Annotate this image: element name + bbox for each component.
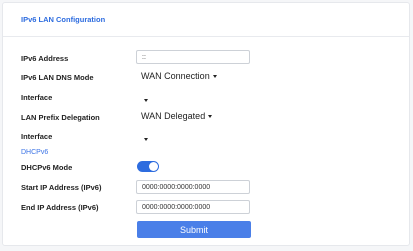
dns-mode-select[interactable]: WAN Connection — [141, 71, 217, 81]
ipv6-address-label: IPv6 Address — [21, 54, 69, 63]
dhcpv6-mode-toggle[interactable] — [137, 161, 159, 172]
start-ip-input[interactable] — [136, 180, 250, 194]
chevron-down-icon — [144, 138, 148, 142]
dns-mode-value: WAN Connection — [141, 71, 210, 81]
chevron-down-icon — [144, 99, 148, 103]
prefix-delegation-value: WAN Delegated — [141, 111, 206, 121]
submit-button[interactable]: Submit — [137, 221, 251, 238]
interface-label-1: Interface — [21, 93, 53, 102]
chevron-down-icon — [208, 115, 213, 119]
ipv6-address-input[interactable] — [136, 50, 250, 64]
start-ip-label: Start IP Address (IPv6) — [21, 183, 102, 192]
interface-label-2: Interface — [21, 132, 53, 141]
end-ip-input[interactable] — [136, 200, 250, 214]
prefix-delegation-select[interactable]: WAN Delegated — [141, 111, 213, 121]
ipv6-lan-config-panel: IPv6 LAN Configuration IPv6 Address IPv6… — [2, 2, 410, 246]
dhcpv6-mode-label: DHCPv6 Mode — [21, 163, 73, 172]
panel-header: IPv6 LAN Configuration — [3, 3, 409, 37]
dns-mode-label: IPv6 LAN DNS Mode — [21, 73, 94, 82]
interface-select-2[interactable] — [141, 131, 148, 149]
chevron-down-icon — [212, 75, 217, 79]
prefix-delegation-label: LAN Prefix Delegation — [21, 113, 100, 122]
toggle-knob — [149, 162, 158, 171]
panel-title: IPv6 LAN Configuration — [21, 15, 106, 24]
dhcpv6-section-label: DHCPv6 — [21, 149, 49, 156]
end-ip-label: End IP Address (IPv6) — [21, 203, 99, 212]
interface-select-1[interactable] — [141, 92, 148, 110]
